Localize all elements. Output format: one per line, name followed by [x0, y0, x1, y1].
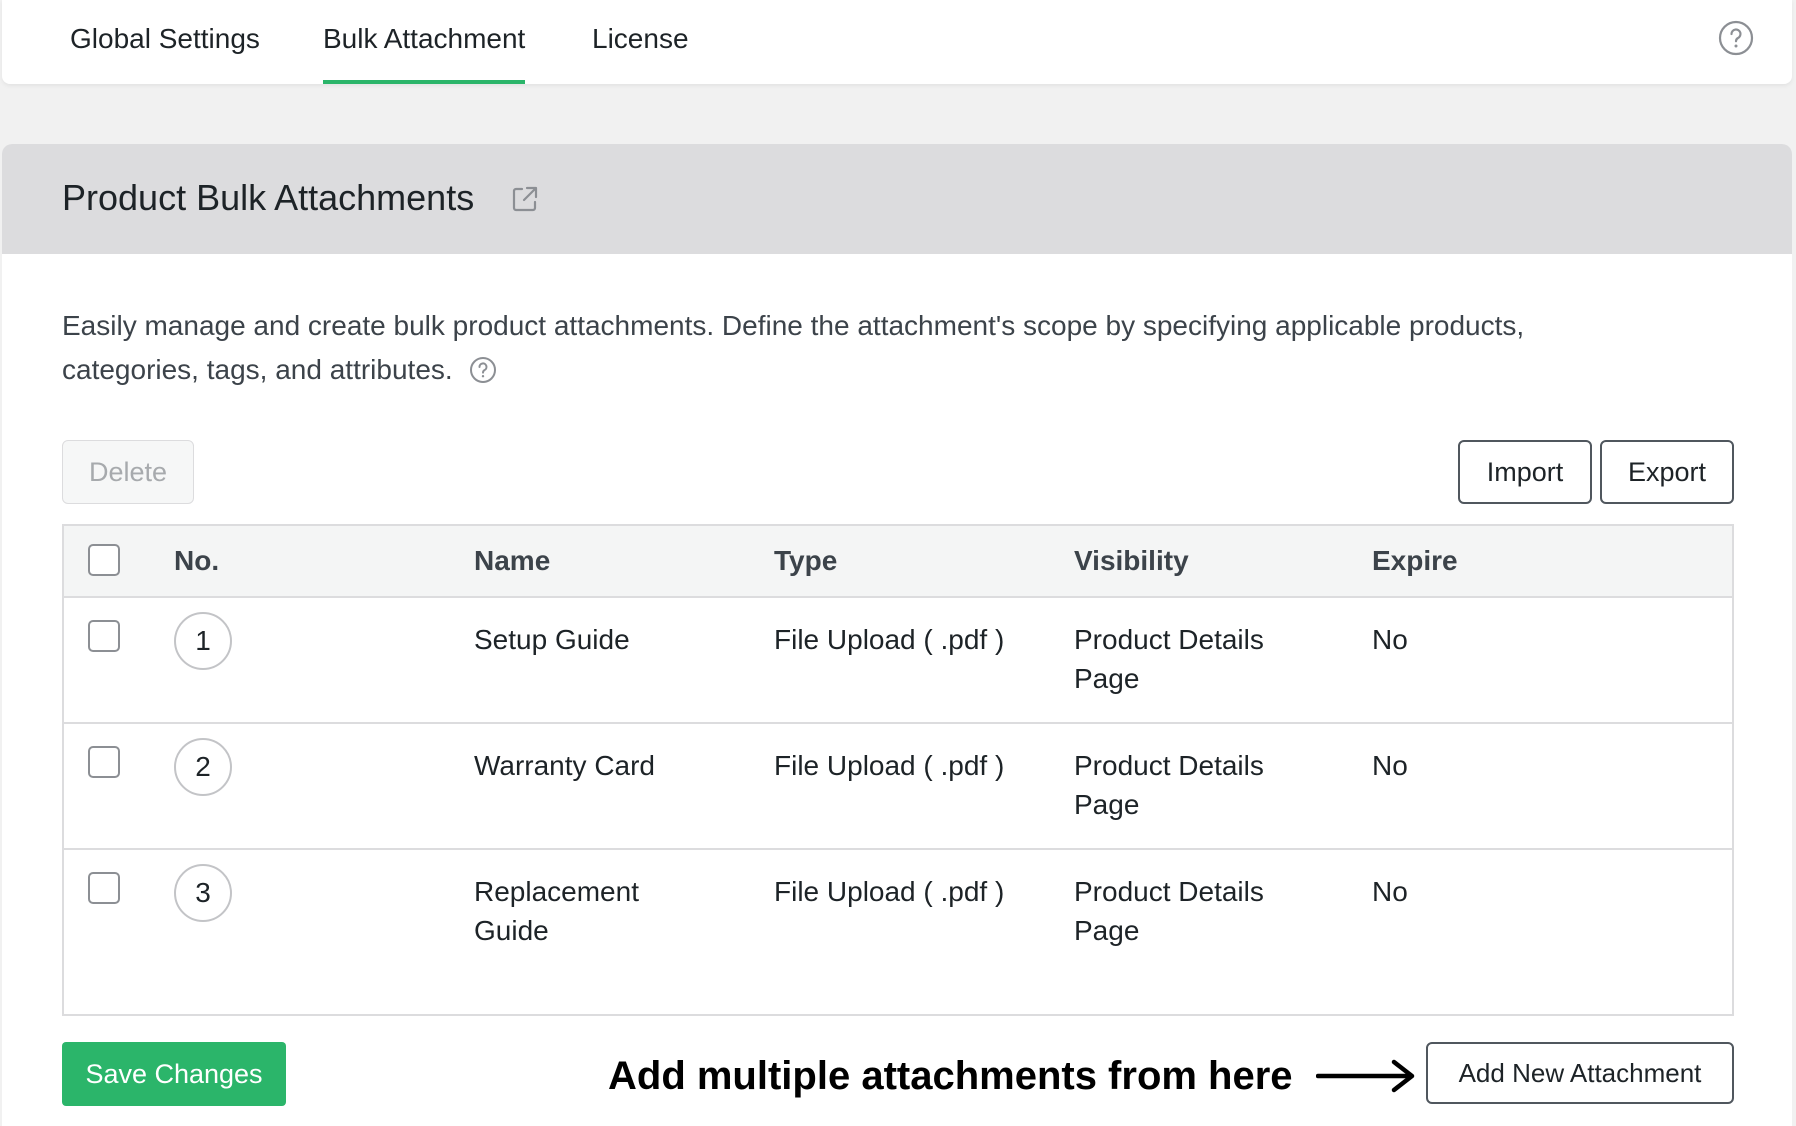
row-checkbox[interactable] [88, 872, 120, 904]
attachment-type: File Upload ( .pdf ) [774, 750, 1005, 781]
attachment-expire: No [1372, 750, 1408, 781]
tab-global-settings[interactable]: Global Settings [70, 0, 260, 84]
row-number-badge: 3 [174, 864, 232, 922]
attachment-type: File Upload ( .pdf ) [774, 876, 1005, 907]
description-text: Easily manage and create bulk product at… [62, 310, 1525, 385]
column-header-type: Type [774, 545, 838, 576]
table-header: No. Name Type Visibility Expire [64, 526, 1732, 598]
add-new-attachment-button[interactable]: Add New Attachment [1426, 1042, 1734, 1104]
attachment-expire: No [1372, 624, 1408, 655]
attachments-table: No. Name Type Visibility Expire 1 Setup … [62, 524, 1734, 1016]
attachment-visibility: Product Details Page [1074, 876, 1264, 946]
attachment-expire: No [1372, 876, 1408, 907]
tab-license[interactable]: License [592, 0, 689, 84]
table-row[interactable]: 1 Setup Guide File Upload ( .pdf ) Produ… [64, 598, 1732, 724]
export-button[interactable]: Export [1600, 440, 1734, 504]
arrow-right-icon [1316, 1059, 1415, 1093]
attachment-name[interactable]: Replacement Guide [474, 872, 714, 950]
page-description: Easily manage and create bulk product at… [62, 304, 1662, 392]
annotation-callout: Add multiple attachments from here [608, 1054, 1293, 1098]
save-changes-button[interactable]: Save Changes [62, 1042, 286, 1106]
attachment-name[interactable]: Setup Guide [474, 620, 714, 659]
row-checkbox[interactable] [88, 746, 120, 778]
column-header-expire: Expire [1372, 545, 1458, 576]
row-checkbox[interactable] [88, 620, 120, 652]
delete-button[interactable]: Delete [62, 440, 194, 504]
attachment-type: File Upload ( .pdf ) [774, 624, 1005, 655]
attachment-visibility: Product Details Page [1074, 750, 1264, 820]
card-header: Product Bulk Attachments [2, 144, 1792, 254]
column-header-no: No. [174, 545, 220, 576]
attachment-visibility: Product Details Page [1074, 624, 1264, 694]
attachment-name[interactable]: Warranty Card [474, 746, 714, 785]
import-button[interactable]: Import [1458, 440, 1592, 504]
top-tab-bar: Global Settings Bulk Attachment License [2, 0, 1792, 84]
column-header-visibility: Visibility [1074, 545, 1189, 576]
table-row[interactable]: 2 Warranty Card File Upload ( .pdf ) Pro… [64, 724, 1732, 850]
table-row[interactable]: 3 Replacement Guide File Upload ( .pdf )… [64, 850, 1732, 976]
select-all-checkbox[interactable] [88, 544, 120, 576]
column-header-name: Name [474, 545, 551, 576]
tab-bulk-attachment[interactable]: Bulk Attachment [323, 0, 526, 84]
help-icon[interactable] [469, 356, 497, 384]
help-icon[interactable] [1718, 20, 1754, 56]
bulk-attachments-card: Product Bulk Attachments Easily manage a… [2, 144, 1792, 1126]
external-link-icon[interactable] [510, 184, 540, 214]
row-number-badge: 2 [174, 738, 232, 796]
row-number-badge: 1 [174, 612, 232, 670]
page-title: Product Bulk Attachments [62, 177, 475, 218]
